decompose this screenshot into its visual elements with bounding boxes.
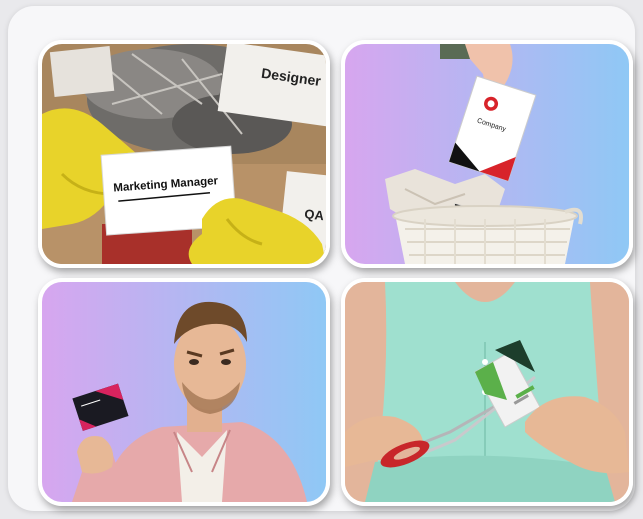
tile-cutting-card: [341, 278, 633, 506]
photo-card-basket: Company: [345, 44, 629, 264]
photo-man-with-card: [42, 282, 326, 502]
photo-cutting-card: [345, 282, 629, 502]
tile-man-with-card: [38, 278, 330, 506]
qa-card-label: QA: [304, 206, 326, 223]
tile-card-basket: Company: [341, 40, 633, 268]
collage-panel: Designer QA Marketing Manager Company: [8, 6, 635, 511]
photo-marketing-manager: Designer QA Marketing Manager: [42, 44, 326, 264]
tile-marketing-manager: Designer QA Marketing Manager: [38, 40, 330, 268]
